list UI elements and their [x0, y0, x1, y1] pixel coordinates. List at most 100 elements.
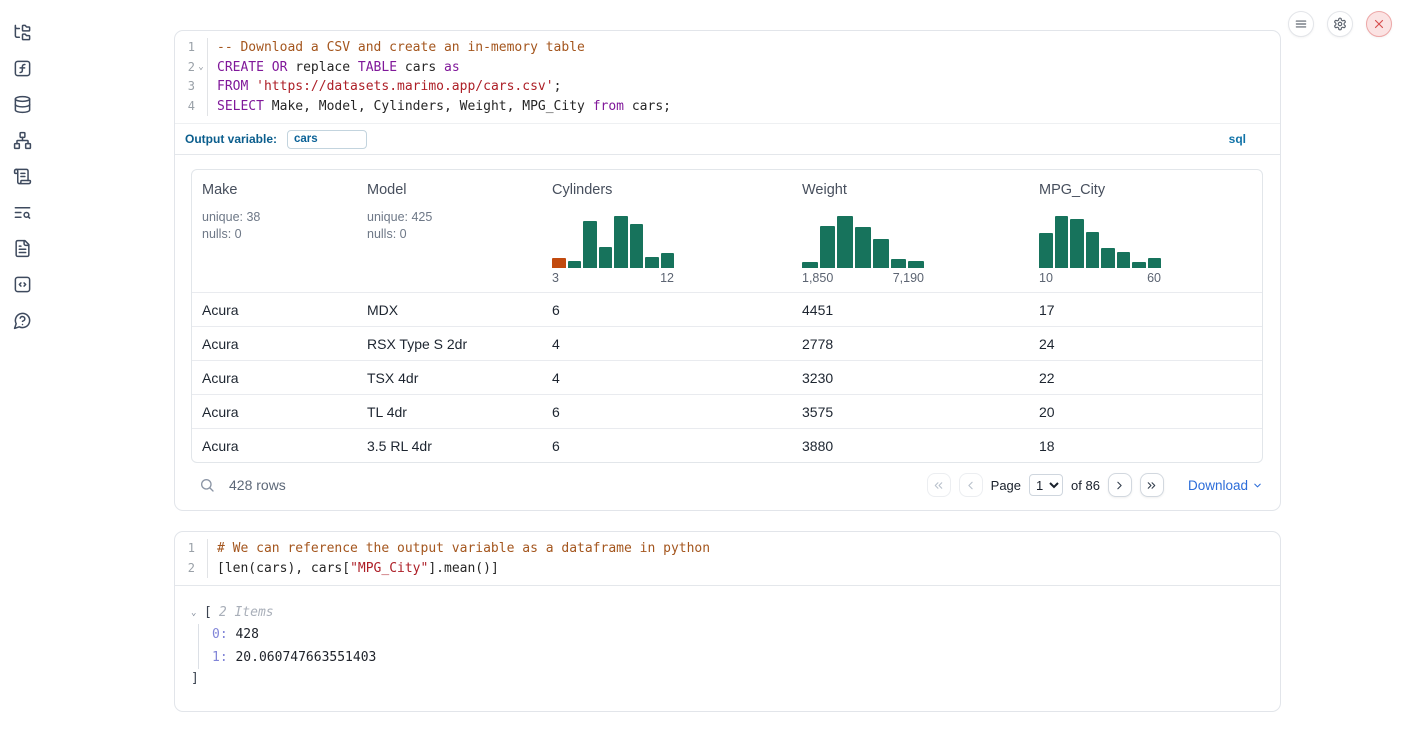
histogram-bar[interactable]: [1039, 233, 1053, 268]
sidebar-item-scratchpad[interactable]: [8, 162, 36, 190]
fold-chevron-icon[interactable]: ⌄: [195, 58, 208, 78]
table-body: AcuraMDX6445117AcuraRSX Type S 2dr427782…: [192, 292, 1262, 462]
histogram-bar[interactable]: [891, 259, 907, 268]
table-row[interactable]: Acura3.5 RL 4dr6388018: [192, 428, 1262, 462]
shutdown-button[interactable]: [1366, 11, 1392, 37]
histogram-bar[interactable]: [908, 261, 924, 268]
table-cell: 3.5 RL 4dr: [357, 438, 542, 454]
histogram-bar[interactable]: [1055, 216, 1069, 268]
histogram-bar[interactable]: [837, 216, 853, 268]
table-row[interactable]: AcuraMDX6445117: [192, 292, 1262, 326]
table-row[interactable]: AcuraRSX Type S 2dr4277824: [192, 326, 1262, 360]
search-icon: [199, 477, 215, 493]
chevron-right-icon: [1113, 479, 1126, 492]
column-header-model[interactable]: Modelunique: 425nulls: 0: [357, 170, 542, 292]
histogram-bar[interactable]: [614, 216, 628, 268]
table-row[interactable]: AcuraTSX 4dr4323022: [192, 360, 1262, 394]
sidebar-item-dependency-graph[interactable]: [8, 126, 36, 154]
code-line[interactable]: 2⌄ CREATE OR replace TABLE cars as: [175, 58, 1280, 78]
histogram-bar[interactable]: [661, 253, 675, 268]
column-histogram: 1060: [1039, 216, 1161, 292]
histogram-axis-labels: 1060: [1039, 271, 1161, 292]
code-line[interactable]: 3FROM 'https://datasets.marimo.app/cars.…: [175, 77, 1280, 97]
histogram-bar[interactable]: [630, 224, 644, 268]
sidebar-item-snippets[interactable]: [8, 270, 36, 298]
previous-page-button[interactable]: [959, 473, 983, 497]
histogram-bar[interactable]: [1132, 262, 1146, 268]
code-line[interactable]: 1# We can reference the output variable …: [175, 539, 1280, 559]
sidebar-item-file-explorer[interactable]: [8, 18, 36, 46]
code-text: SELECT Make, Model, Cylinders, Weight, M…: [217, 97, 671, 117]
code-line[interactable]: 4SELECT Make, Model, Cylinders, Weight, …: [175, 97, 1280, 117]
histogram-bar[interactable]: [583, 221, 597, 268]
gear-icon: [1333, 17, 1347, 31]
table-cell: 3575: [792, 404, 1029, 420]
table-cell: Acura: [192, 438, 357, 454]
table-cell: Acura: [192, 336, 357, 352]
tree-entries: 0: 4281: 20.060747663551403: [198, 624, 1264, 669]
settings-button[interactable]: [1327, 11, 1353, 37]
output-variable-input[interactable]: [287, 130, 367, 149]
histogram-bar[interactable]: [645, 257, 659, 268]
sidebar-item-datasources[interactable]: [8, 90, 36, 118]
code-line[interactable]: 2[len(cars), cars["MPG_City"].mean()]: [175, 559, 1280, 579]
histogram-bar[interactable]: [1101, 248, 1115, 268]
sidebar-item-functions[interactable]: [8, 54, 36, 82]
page-select[interactable]: 1: [1029, 474, 1063, 496]
histogram-bars: [802, 216, 924, 268]
next-page-button[interactable]: [1108, 473, 1132, 497]
histogram-bar[interactable]: [820, 226, 836, 268]
code-text: CREATE OR replace TABLE cars as: [217, 58, 460, 78]
column-histogram: 312: [552, 216, 674, 292]
table-cell: 2778: [792, 336, 1029, 352]
histogram-axis-labels: 312: [552, 271, 674, 292]
line-number: 2: [175, 559, 195, 579]
function-icon: [13, 59, 32, 78]
column-histogram: 1,8507,190: [802, 216, 924, 292]
last-page-button[interactable]: [1140, 473, 1164, 497]
histogram-bars: [552, 216, 674, 268]
sql-editor[interactable]: 1-- Download a CSV and create an in-memo…: [175, 31, 1280, 123]
table-cell: 4451: [792, 302, 1029, 318]
table-cell: 6: [542, 438, 792, 454]
sidebar-item-documentation[interactable]: [8, 234, 36, 262]
histogram-bar[interactable]: [1086, 232, 1100, 268]
histogram-bar[interactable]: [568, 261, 582, 268]
column-header-cylinders[interactable]: Cylinders312: [542, 170, 792, 292]
sql-cell: 1-- Download a CSV and create an in-memo…: [174, 30, 1281, 511]
histogram-bar[interactable]: [802, 262, 818, 268]
python-editor[interactable]: 1# We can reference the output variable …: [175, 532, 1280, 586]
code-line[interactable]: 1-- Download a CSV and create an in-memo…: [175, 38, 1280, 58]
column-name: Make: [202, 182, 357, 198]
histogram-bar[interactable]: [1117, 252, 1131, 268]
histogram-bar[interactable]: [855, 227, 871, 268]
column-header-make[interactable]: Makeunique: 38nulls: 0: [192, 170, 357, 292]
column-name: Weight: [802, 182, 1029, 198]
notebook-menu-button[interactable]: [1288, 11, 1314, 37]
column-header-weight[interactable]: Weight 1,8507,190: [792, 170, 1029, 292]
python-output-tree: ⌄ [ 2 Items 0: 4281: 20.060747663551403 …: [175, 586, 1280, 705]
documentation-icon: [13, 239, 32, 258]
line-number: 2: [175, 58, 195, 78]
sidebar-item-logs[interactable]: [8, 198, 36, 226]
histogram-bar[interactable]: [599, 247, 613, 268]
close-icon: [1372, 17, 1386, 31]
histogram-bar[interactable]: [873, 239, 889, 268]
tree-entry: 1: 20.060747663551403: [212, 647, 1264, 670]
column-header-mpg_city[interactable]: MPG_City1060: [1029, 170, 1262, 292]
database-icon: [13, 95, 32, 114]
table-cell: RSX Type S 2dr: [357, 336, 542, 352]
table-cell: TL 4dr: [357, 404, 542, 420]
histogram-bar[interactable]: [1070, 219, 1084, 268]
tree-collapse-chevron-icon[interactable]: ⌄: [191, 602, 204, 624]
page-label: Page: [991, 478, 1021, 493]
table-cell: 6: [542, 404, 792, 420]
topbar: [1288, 11, 1392, 37]
sidebar-item-help[interactable]: [8, 306, 36, 334]
download-button[interactable]: Download: [1188, 478, 1263, 493]
first-page-button[interactable]: [927, 473, 951, 497]
table-search-button[interactable]: [199, 477, 215, 493]
table-row[interactable]: AcuraTL 4dr6357520: [192, 394, 1262, 428]
histogram-bar[interactable]: [1148, 258, 1162, 268]
histogram-bar[interactable]: [552, 258, 566, 268]
